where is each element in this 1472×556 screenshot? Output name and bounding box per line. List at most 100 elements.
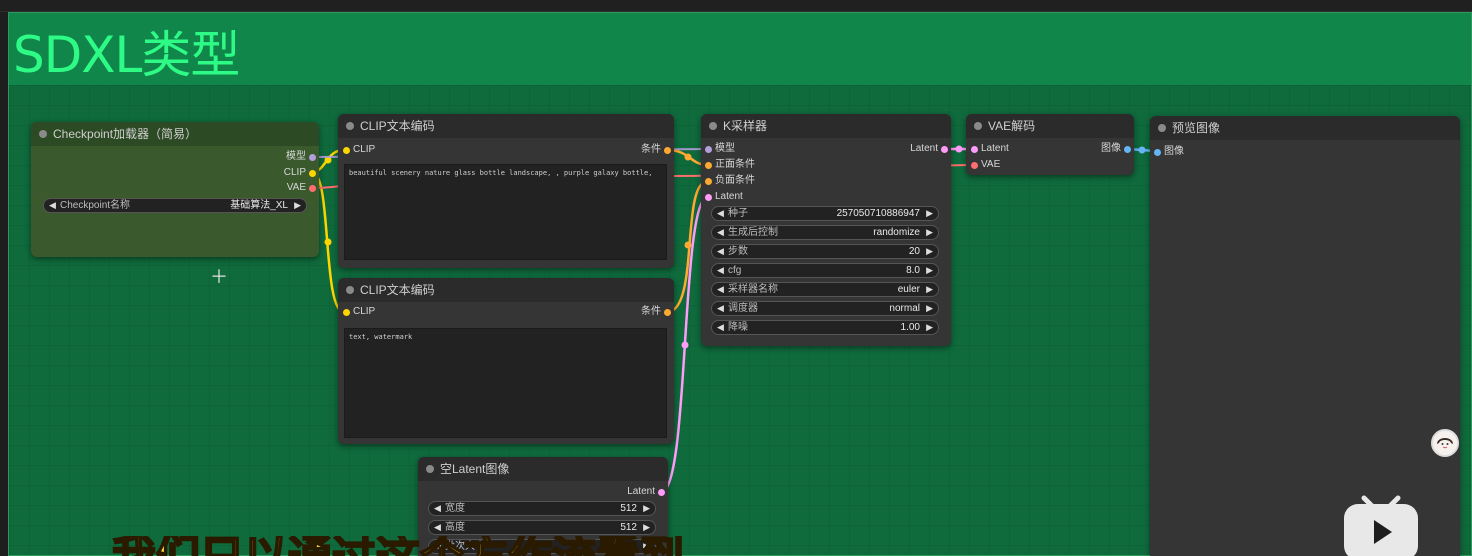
group-header[interactable]: SDXL类型 [9,13,1471,85]
node-clip-text-encode-positive[interactable]: CLIP文本编码 CLIP 条件 beautiful scenery natur… [338,114,674,268]
node-header[interactable]: VAE解码 [966,114,1134,138]
slot-dot-icon[interactable] [941,146,948,153]
arrow-right-icon[interactable]: ▶ [643,521,650,534]
arrow-right-icon[interactable]: ▶ [926,302,933,315]
collapse-dot-icon[interactable] [1158,124,1166,132]
arrow-left-icon[interactable]: ◀ [717,283,724,296]
node-header[interactable]: K采样器 [701,114,951,138]
arrow-left-icon[interactable]: ◀ [717,245,724,258]
prompt-textarea[interactable]: beautiful scenery nature glass bottle la… [344,164,667,260]
arrow-left-icon[interactable]: ◀ [717,321,724,334]
node-vae-decode[interactable]: VAE解码 Latent VAE 图像 [966,114,1134,175]
user-avatar-icon[interactable] [1431,429,1459,457]
arrow-right-icon[interactable]: ▶ [926,283,933,296]
output-image[interactable]: 图像 [1101,142,1131,156]
arrow-right-icon[interactable]: ▶ [926,321,933,334]
arrow-right-icon[interactable]: ▶ [926,226,933,239]
slot-dot-icon[interactable] [309,185,316,192]
arrow-right-icon[interactable]: ▶ [926,245,933,258]
slot-dot-icon[interactable] [971,162,978,169]
checkpoint-name-combo[interactable]: ◀ Checkpoint名称 基础算法_XL ▶ [43,198,307,213]
slot-dot-icon[interactable] [971,146,978,153]
slot-dot-icon[interactable] [705,178,712,185]
node-title: CLIP文本编码 [360,283,435,297]
slot-dot-icon[interactable] [658,489,665,496]
slot-dot-icon[interactable] [664,147,671,154]
input-latent[interactable]: Latent [971,142,1009,156]
slot-dot-icon[interactable] [705,162,712,169]
collapse-dot-icon[interactable] [426,465,434,473]
node-ksampler[interactable]: K采样器 模型 正面条件 负面条件 Latent Latent ◀ 种子 257… [701,114,951,346]
arrow-left-icon[interactable]: ◀ [717,226,724,239]
bilibili-play-icon[interactable] [1342,494,1420,556]
widget-label: 高度 [445,522,465,533]
collapse-dot-icon[interactable] [346,122,354,130]
widget-value: 512 [620,522,637,533]
slot-dot-icon[interactable] [705,194,712,201]
width-widget[interactable]: ◀ 宽度 512 ▶ [428,501,656,516]
sampler-name-widget[interactable]: ◀ 采样器名称 euler ▶ [711,282,939,297]
input-clip[interactable]: CLIP [343,305,375,319]
output-model[interactable]: 模型 [286,150,316,164]
node-checkpoint-loader[interactable]: Checkpoint加载器（简易） 模型 CLIP VAE ◀ Checkpoi… [31,122,319,257]
collapse-dot-icon[interactable] [346,286,354,294]
arrow-left-icon[interactable]: ◀ [717,207,724,220]
input-positive[interactable]: 正面条件 [705,158,755,172]
widget-value: euler [897,284,920,295]
slot-dot-icon[interactable] [664,309,671,316]
slot-label: Latent [981,143,1009,154]
node-header[interactable]: 预览图像 [1150,116,1460,140]
height-widget[interactable]: ◀ 高度 512 ▶ [428,520,656,535]
denoise-widget[interactable]: ◀ 降噪 1.00 ▶ [711,320,939,335]
control-after-generate-widget[interactable]: ◀ 生成后控制 randomize ▶ [711,225,939,240]
arrow-right-icon[interactable]: ▶ [926,207,933,220]
output-vae[interactable]: VAE [287,181,316,195]
node-title: 预览图像 [1172,121,1221,135]
collapse-dot-icon[interactable] [39,130,47,138]
slot-dot-icon[interactable] [309,154,316,161]
arrow-right-icon[interactable]: ▶ [294,199,301,212]
output-latent[interactable]: Latent [910,142,948,156]
node-clip-text-encode-negative[interactable]: CLIP文本编码 CLIP 条件 text, watermark [338,278,674,444]
output-clip[interactable]: CLIP [284,166,316,180]
input-latent[interactable]: Latent [705,190,743,204]
output-latent[interactable]: Latent [627,485,665,499]
arrow-right-icon[interactable]: ▶ [643,502,650,515]
input-negative[interactable]: 负面条件 [705,174,755,188]
collapse-dot-icon[interactable] [974,122,982,130]
input-clip[interactable]: CLIP [343,143,375,157]
slot-dot-icon[interactable] [1154,149,1161,156]
output-conditioning[interactable]: 条件 [641,143,671,157]
input-image[interactable]: 图像 [1154,145,1184,159]
widget-value: 512 [620,503,637,514]
scheduler-widget[interactable]: ◀ 调度器 normal ▶ [711,301,939,316]
widget-label: 步数 [728,246,748,257]
output-conditioning[interactable]: 条件 [641,305,671,319]
arrow-left-icon[interactable]: ◀ [434,521,441,534]
slot-dot-icon[interactable] [705,146,712,153]
collapse-dot-icon[interactable] [709,122,717,130]
arrow-right-icon[interactable]: ▶ [926,264,933,277]
slot-label: 模型 [715,143,735,154]
seed-widget[interactable]: ◀ 种子 257050710886947 ▶ [711,206,939,221]
slot-label: VAE [981,159,1001,170]
arrow-left-icon[interactable]: ◀ [434,502,441,515]
node-header[interactable]: 空Latent图像 [418,457,668,481]
node-header[interactable]: Checkpoint加载器（简易） [31,122,319,146]
slot-label: 模型 [286,151,306,162]
slot-dot-icon[interactable] [1124,146,1131,153]
node-header[interactable]: CLIP文本编码 [338,278,674,302]
arrow-left-icon[interactable]: ◀ [49,199,56,212]
input-vae[interactable]: VAE [971,158,1000,172]
cfg-widget[interactable]: ◀ cfg 8.0 ▶ [711,263,939,278]
steps-widget[interactable]: ◀ 步数 20 ▶ [711,244,939,259]
node-header[interactable]: CLIP文本编码 [338,114,674,138]
slot-dot-icon[interactable] [343,309,350,316]
node-preview-image[interactable]: 预览图像 图像 [1150,116,1460,556]
slot-dot-icon[interactable] [309,170,316,177]
arrow-left-icon[interactable]: ◀ [717,302,724,315]
slot-dot-icon[interactable] [343,147,350,154]
arrow-left-icon[interactable]: ◀ [717,264,724,277]
prompt-textarea[interactable]: text, watermark [344,328,667,438]
input-model[interactable]: 模型 [705,142,735,156]
